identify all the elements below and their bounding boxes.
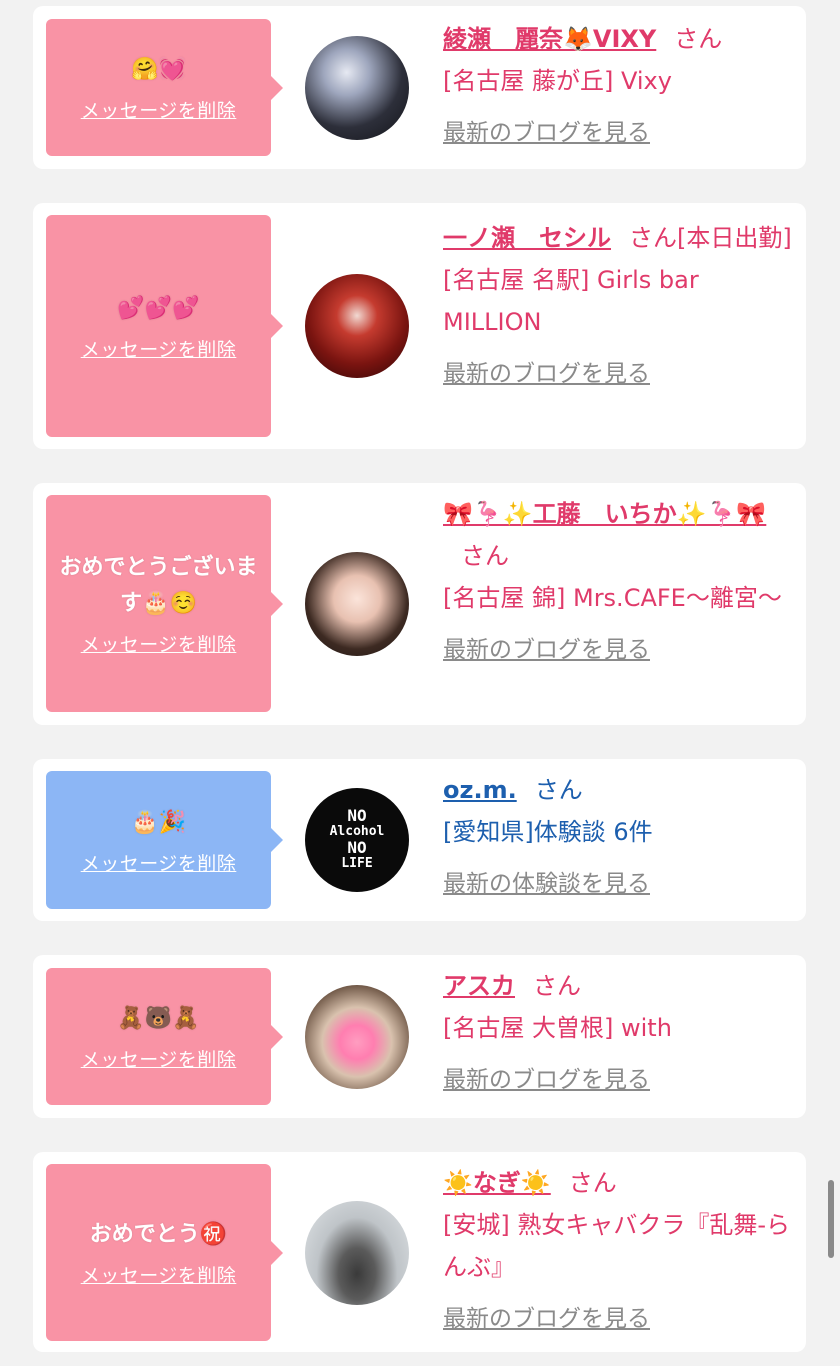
avatar[interactable] xyxy=(305,274,409,378)
message-text: 🤗💓 xyxy=(131,57,186,82)
honorific: さん xyxy=(674,25,723,53)
delete-message-link[interactable]: メッセージを削除 xyxy=(81,96,237,123)
message-bubble: 🧸🐻🧸 メッセージを削除 xyxy=(46,968,283,1105)
user-name-link[interactable]: 綾瀬 麗奈🦊VIXY xyxy=(443,25,656,53)
message-bubble: おめでとう㊗️ メッセージを削除 xyxy=(46,1164,283,1341)
user-name-link[interactable]: アスカ xyxy=(443,972,515,1000)
avatar-text: NO xyxy=(347,838,367,857)
message-bubble: 🎂🎉 メッセージを削除 xyxy=(46,771,283,909)
avatar-text: NO xyxy=(347,806,367,825)
user-name-link[interactable]: oz.m. xyxy=(443,776,517,804)
message-text: おめでとうございます🎂☺️ xyxy=(59,555,258,616)
avatar[interactable] xyxy=(305,1201,409,1305)
message-text: おめでとう㊗️ xyxy=(89,1222,228,1247)
delete-message-link[interactable]: メッセージを削除 xyxy=(81,1045,237,1072)
user-info: 🎀🦩✨工藤 いちか✨🦩🎀 さん [名古屋 錦] Mrs.CAFE〜離宮〜 最新のブ… xyxy=(443,493,793,671)
avatar-text: LIFE xyxy=(341,856,373,871)
user-info: oz.m. さん [愛知県]体験談 6件 最新の体験談を見る xyxy=(443,769,793,905)
message-bubble: 💕💕💕 メッセージを削除 xyxy=(46,215,283,437)
user-info: ☀️なぎ☀️ さん [安城] 熟女キャバクラ『乱舞-らんぶ』 最新のブログを見る xyxy=(443,1162,793,1340)
attendance-badge: [本日出勤] xyxy=(677,224,792,252)
message-text: 🎂🎉 xyxy=(131,809,186,835)
latest-blog-link[interactable]: 最新のブログを見る xyxy=(443,112,650,154)
avatar[interactable] xyxy=(305,552,409,656)
latest-review-link[interactable]: 最新の体験談を見る xyxy=(443,863,650,905)
message-card: 💕💕💕 メッセージを削除 一ノ瀬 セシル さん[本日出勤] [名古屋 名駅] Gi… xyxy=(33,203,806,449)
user-info: 一ノ瀬 セシル さん[本日出勤] [名古屋 名駅] Girls bar MILLI… xyxy=(443,217,793,395)
honorific: さん xyxy=(629,224,677,252)
message-card: おめでとうございます🎂☺️ メッセージを削除 🎀🦩✨工藤 いちか✨🦩🎀 さん [名… xyxy=(33,483,806,725)
message-text: 💕💕💕 xyxy=(117,295,200,321)
message-bubble: おめでとうございます🎂☺️ メッセージを削除 xyxy=(46,495,283,712)
shop-label: [名古屋 錦] Mrs.CAFE〜離宮〜 xyxy=(443,584,782,612)
message-card: おめでとう㊗️ メッセージを削除 ☀️なぎ☀️ さん [安城] 熟女キャバクラ『乱… xyxy=(33,1152,806,1352)
shop-label: [安城] 熟女キャバクラ『乱舞-らんぶ』 xyxy=(443,1211,791,1281)
honorific: さん xyxy=(568,1169,617,1197)
delete-message-link[interactable]: メッセージを削除 xyxy=(81,1261,237,1288)
message-bubble: 🤗💓 メッセージを削除 xyxy=(46,19,283,156)
delete-message-link[interactable]: メッセージを削除 xyxy=(81,849,237,876)
review-count-label: [愛知県]体験談 6件 xyxy=(443,818,653,846)
shop-label: [名古屋 名駅] Girls bar MILLION xyxy=(443,266,699,336)
shop-label: [名古屋 藤が丘] Vixy xyxy=(443,67,672,95)
message-card: 🧸🐻🧸 メッセージを削除 アスカ さん [名古屋 大曽根] with 最新のブログ… xyxy=(33,955,806,1118)
avatar[interactable] xyxy=(305,985,409,1089)
honorific: さん xyxy=(461,542,509,570)
message-card: 🤗💓 メッセージを削除 綾瀬 麗奈🦊VIXY さん [名古屋 藤が丘] Vixy … xyxy=(33,6,806,169)
user-info: 綾瀬 麗奈🦊VIXY さん [名古屋 藤が丘] Vixy 最新のブログを見る xyxy=(443,18,793,154)
delete-message-link[interactable]: メッセージを削除 xyxy=(81,630,237,657)
latest-blog-link[interactable]: 最新のブログを見る xyxy=(443,629,650,671)
latest-blog-link[interactable]: 最新のブログを見る xyxy=(443,353,650,395)
latest-blog-link[interactable]: 最新のブログを見る xyxy=(443,1298,650,1340)
honorific: さん xyxy=(534,776,583,804)
user-name-link[interactable]: 🎀🦩✨工藤 いちか✨🦩🎀 xyxy=(443,500,766,528)
user-name-link[interactable]: ☀️なぎ☀️ xyxy=(443,1169,551,1197)
latest-blog-link[interactable]: 最新のブログを見る xyxy=(443,1059,650,1101)
shop-label: [名古屋 大曽根] with xyxy=(443,1014,672,1042)
scrollbar[interactable] xyxy=(828,1180,834,1258)
user-name-link[interactable]: 一ノ瀬 セシル xyxy=(443,224,611,252)
honorific: さん xyxy=(533,972,581,1000)
message-text: 🧸🐻🧸 xyxy=(117,1006,200,1031)
message-card: 🎂🎉 メッセージを削除 NO Alcohol NO LIFE oz.m. さん [… xyxy=(33,759,806,921)
avatar[interactable] xyxy=(305,36,409,140)
user-info: アスカ さん [名古屋 大曽根] with 最新のブログを見る xyxy=(443,965,793,1101)
delete-message-link[interactable]: メッセージを削除 xyxy=(81,335,237,362)
avatar[interactable]: NO Alcohol NO LIFE xyxy=(305,788,409,892)
